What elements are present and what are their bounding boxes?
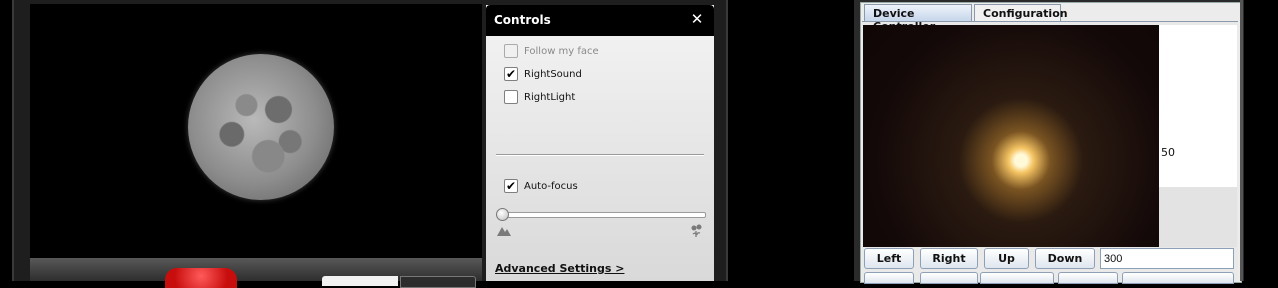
right-button[interactable]: Right xyxy=(920,248,978,269)
follow-face-label: Follow my face xyxy=(524,46,599,57)
second-row-button[interactable] xyxy=(1122,272,1234,284)
flower-icon xyxy=(691,224,702,237)
focus-slider-handle[interactable] xyxy=(496,208,509,221)
mountain-icon xyxy=(497,227,511,236)
left-button[interactable]: Left xyxy=(864,248,914,269)
advanced-settings-link[interactable]: Advanced Settings > xyxy=(495,262,624,275)
window-edge xyxy=(1240,0,1243,281)
close-icon[interactable]: ✕ xyxy=(690,12,704,27)
rightlight-label: RightLight xyxy=(524,92,576,103)
rightsound-label: RightSound xyxy=(524,69,582,80)
camera-feed-image xyxy=(863,25,1161,247)
side-panel-lower xyxy=(1159,187,1237,247)
tab-configuration[interactable]: Configuration xyxy=(974,4,1068,21)
controls-panel xyxy=(486,5,714,281)
record-button[interactable] xyxy=(165,268,237,288)
window-edge xyxy=(726,0,728,281)
step-input[interactable] xyxy=(1100,248,1234,269)
tab-device-controller[interactable]: Device Controller xyxy=(864,4,972,33)
panel-divider xyxy=(496,154,704,156)
webcam-preview xyxy=(30,4,482,258)
side-panel xyxy=(1159,25,1237,187)
second-row-button[interactable] xyxy=(980,272,1054,284)
controls-panel-title: Controls xyxy=(494,13,551,27)
mode-button-video[interactable] xyxy=(400,276,476,288)
rightsound-checkbox[interactable]: ✔ xyxy=(504,67,518,81)
up-button[interactable]: Up xyxy=(984,248,1029,269)
second-row-button[interactable] xyxy=(864,272,914,284)
follow-face-checkbox[interactable] xyxy=(504,44,518,58)
rightlight-checkbox[interactable] xyxy=(504,90,518,104)
moon-image xyxy=(188,54,334,200)
autofocus-label: Auto-focus xyxy=(524,181,578,192)
focus-slider-track[interactable] xyxy=(498,212,706,218)
side-value-label: 50 xyxy=(1161,146,1175,159)
second-row-button[interactable] xyxy=(1058,272,1118,284)
second-row-button[interactable] xyxy=(920,272,978,284)
autofocus-checkbox[interactable]: ✔ xyxy=(504,179,518,193)
mode-button-photo[interactable] xyxy=(322,276,398,286)
down-button[interactable]: Down xyxy=(1035,248,1095,269)
